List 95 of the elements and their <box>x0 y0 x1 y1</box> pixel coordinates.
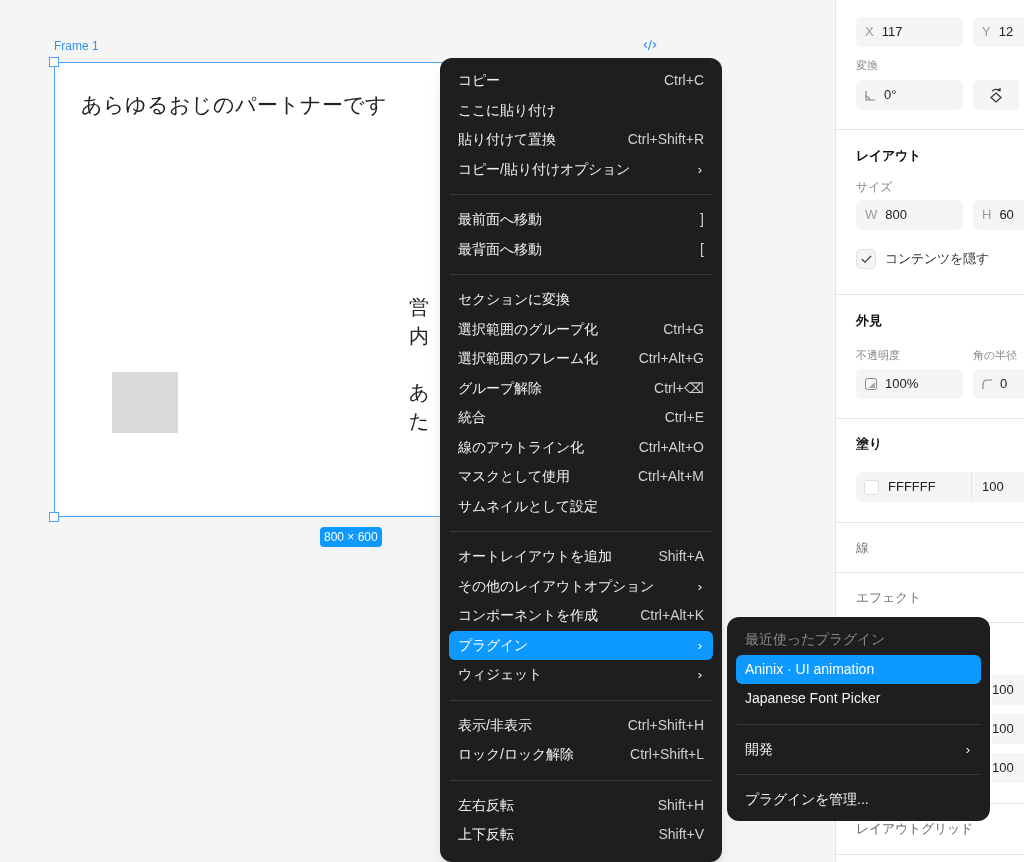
shortcut-text: Ctrl+C <box>663 71 704 91</box>
menu-item[interactable]: 選択範囲のグループ化 Ctrl+G <box>449 314 713 344</box>
menu-item[interactable]: 最背面へ移動 [ <box>449 234 713 264</box>
chevron-text: › <box>965 740 971 759</box>
resize-handle[interactable] <box>49 512 59 522</box>
menu-item[interactable]: 上下反転 Shift+V <box>449 820 713 850</box>
number-field[interactable]: 100 <box>992 675 1024 705</box>
section-title: レイアウト <box>856 147 922 164</box>
menu-item[interactable]: その他のレイアウトオプション › <box>449 571 713 601</box>
field-value: 60 <box>999 206 1014 225</box>
field-value: 117 <box>881 23 903 42</box>
number-field[interactable]: H 60 <box>973 200 1024 230</box>
shortcut-text: Ctrl+Alt+G <box>638 349 704 369</box>
shortcut-text: Ctrl+E <box>664 408 704 428</box>
shortcut-text: Ctrl+G <box>663 319 704 339</box>
number-field[interactable]: Y 12 <box>973 17 1024 47</box>
section-title: レイアウトグリッド <box>855 820 974 839</box>
menu-item[interactable]: コピー Ctrl+C <box>449 66 713 96</box>
shortcut-text: Ctrl+Alt+O <box>638 437 704 457</box>
corner-icon <box>982 379 992 389</box>
section-label: 変換 <box>856 58 879 73</box>
shortcut-text: Ctrl+Shift+H <box>627 715 704 735</box>
menu-item[interactable]: コピー/貼り付けオプション › <box>449 154 713 184</box>
section-title: 塗り <box>856 435 883 452</box>
shortcut-text: Shift+A <box>658 547 704 567</box>
field-value: 12 <box>998 23 1014 42</box>
field-label: 不透明度 <box>856 348 901 363</box>
menu-item[interactable]: 統合 Ctrl+E <box>449 403 713 433</box>
menu-item[interactable]: セクションに変換 <box>449 285 713 315</box>
menu-item[interactable]: 選択範囲のフレーム化 Ctrl+Alt+G <box>449 344 713 374</box>
shortcut-text: Ctrl+Shift+R <box>627 130 704 150</box>
section-title: 外見 <box>856 312 883 329</box>
menu-item[interactable]: マスクとして使用 Ctrl+Alt+M <box>449 462 713 492</box>
shortcut-text: Shift+H <box>657 795 704 815</box>
axis-label: W <box>865 206 878 225</box>
number-field[interactable]: W 800 <box>856 200 963 230</box>
code-icon[interactable] <box>642 38 658 52</box>
text-line: あ <box>409 380 429 405</box>
menu-item[interactable]: コンポーネントを作成 Ctrl+Alt+K <box>449 601 713 631</box>
axis-label: H <box>982 206 992 225</box>
menu-item[interactable]: 貼り付けて置換 Ctrl+Shift+R <box>449 125 713 155</box>
number-field[interactable]: 100 <box>992 753 1024 783</box>
shortcut-text: ] <box>700 210 704 230</box>
rotate-button[interactable] <box>973 80 1019 110</box>
field-value: 800 <box>885 206 907 225</box>
menu-item[interactable]: 最前面へ移動 ] <box>449 205 713 235</box>
menu-item[interactable]: ウィジェット › <box>449 660 713 690</box>
axis-label: X <box>865 23 874 42</box>
checkbox[interactable] <box>856 249 876 269</box>
chevron-text: › <box>697 636 703 655</box>
section-label: サイズ <box>856 179 893 194</box>
resize-handle[interactable] <box>49 57 59 67</box>
section-title: 線 <box>855 538 870 557</box>
text-line: 営 <box>409 295 429 320</box>
opacity-field[interactable]: 100% <box>856 369 963 399</box>
section-title: エフェクト <box>855 588 922 607</box>
axis-label: Y <box>982 23 991 42</box>
shortcut-text: Ctrl+Shift+L <box>630 745 704 765</box>
menu-item[interactable]: 線のアウトライン化 Ctrl+Alt+O <box>449 432 713 462</box>
menu-item[interactable]: オートレイアウトを追加 Shift+A <box>449 542 713 572</box>
angle-icon <box>865 89 876 101</box>
placeholder-square <box>112 372 178 433</box>
menu-item[interactable]: 表示/非表示 Ctrl+Shift+H <box>449 710 713 740</box>
menu-item[interactable]: Japanese Font Picker <box>736 684 981 714</box>
shortcut-text: Ctrl+Alt+K <box>640 606 704 626</box>
submenu-header: 最近使ったプラグイン <box>744 630 886 650</box>
chevron-text: › <box>697 666 703 684</box>
menu-item[interactable]: ここに貼り付け <box>449 95 713 125</box>
shortcut-text: Shift+V <box>658 825 704 845</box>
fill-row[interactable]: FFFFFF 100 <box>856 472 1024 502</box>
menu-item[interactable]: 開発 › <box>736 734 981 764</box>
number-field[interactable]: X 117 <box>856 17 963 47</box>
shortcut-text: Ctrl+Alt+M <box>637 467 704 487</box>
menu-item[interactable]: 左右反転 Shift+H <box>449 790 713 820</box>
menu-item[interactable]: プラグインを管理... <box>736 785 981 815</box>
menu-item[interactable]: ロック/ロック解除 Ctrl+Shift+L <box>449 740 713 770</box>
number-field[interactable]: 100 <box>992 714 1024 744</box>
rotation-field[interactable]: 0° <box>856 80 963 110</box>
menu-item[interactable]: グループ解除 Ctrl+⌫ <box>449 373 713 403</box>
text-line: た <box>409 409 429 434</box>
opacity-icon <box>865 378 877 390</box>
rotate-icon <box>989 87 1003 103</box>
fill-opacity-value: 100 <box>981 478 1004 497</box>
chevron-text: › <box>697 577 703 596</box>
shortcut-text: [ <box>700 239 704 259</box>
size-badge: 800 × 600 <box>320 527 382 547</box>
hex-value: FFFFFF <box>888 478 936 497</box>
shortcut-text: Ctrl+⌫ <box>654 378 704 398</box>
corner-radius-field[interactable]: 0 <box>973 369 1024 399</box>
chevron-text: › <box>697 160 703 179</box>
color-swatch[interactable] <box>864 479 879 495</box>
frame-heading: あらゆるおじのパートナーです <box>81 93 387 116</box>
text-line: 内 <box>409 324 429 349</box>
checkbox-label: コンテンツを隠す <box>885 250 989 269</box>
field-label: 角の半径 <box>973 348 1017 363</box>
